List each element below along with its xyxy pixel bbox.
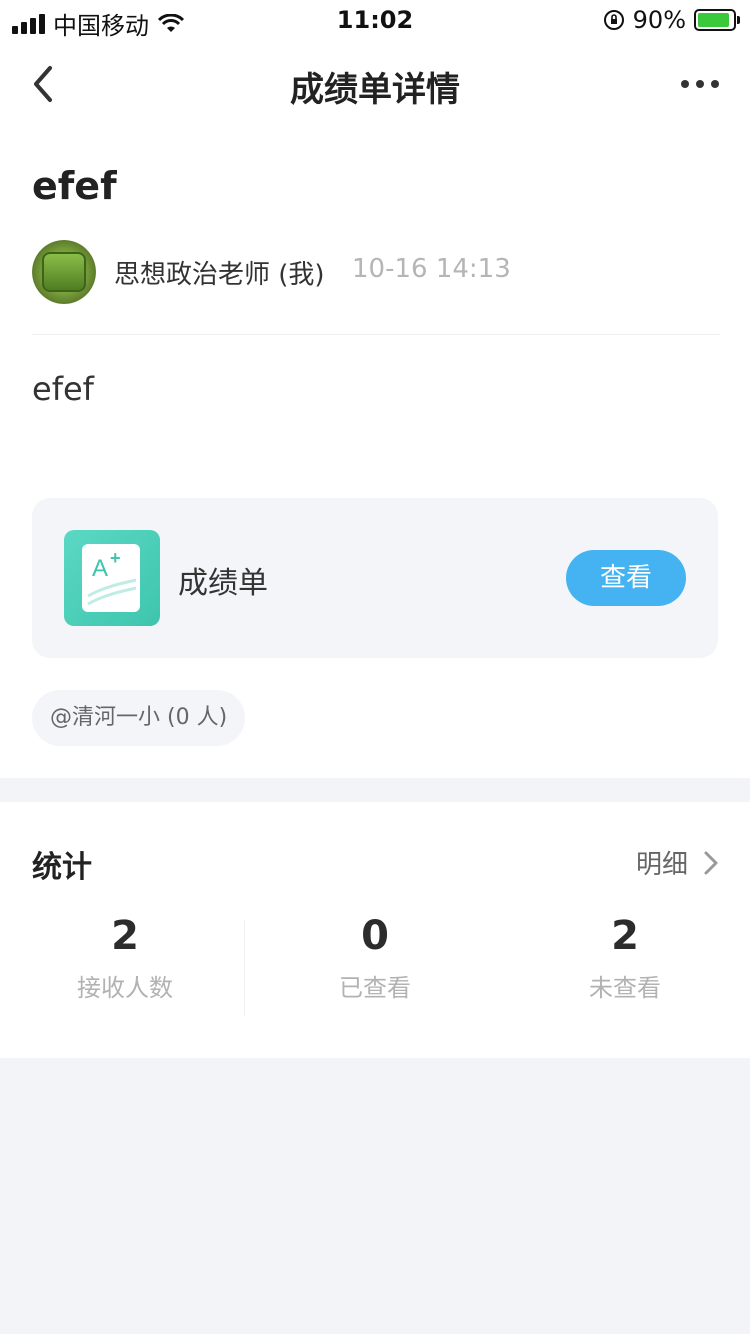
page-title: 成绩单详情 bbox=[290, 70, 460, 110]
grade-plus: + bbox=[110, 548, 121, 568]
stat-value: 2 bbox=[111, 913, 139, 959]
stat-value: 0 bbox=[361, 913, 389, 959]
stat-label: 已查看 bbox=[339, 974, 411, 1002]
mention-tag[interactable]: @清河一小 (0 人) bbox=[32, 690, 246, 746]
attachment-card[interactable]: A + 成绩单 查看 bbox=[32, 498, 718, 658]
post-card: efef 思想政治老师 (我) 10-16 14:13 efef A + 成绩单… bbox=[0, 128, 750, 778]
author-name: 思想政治老师 (我) bbox=[114, 260, 325, 290]
nav-bar: 成绩单详情 bbox=[0, 40, 750, 128]
view-button[interactable]: 查看 bbox=[566, 550, 686, 606]
more-button[interactable] bbox=[680, 70, 720, 98]
divider bbox=[32, 334, 720, 335]
stats-detail-label: 明细 bbox=[635, 850, 688, 880]
stats-grid: 2 接收人数 0 已查看 2 未查看 bbox=[0, 914, 750, 1024]
battery-percent: 90% bbox=[632, 6, 686, 34]
post-body: efef bbox=[32, 370, 94, 408]
grade-letter: A bbox=[92, 555, 108, 582]
more-horizontal-icon bbox=[681, 80, 719, 88]
stat-value: 2 bbox=[611, 913, 639, 959]
grade-sheet-paper: A + bbox=[82, 544, 140, 612]
grade-sheet-graphic: A + bbox=[87, 548, 137, 606]
status-bar: 中国移动 11:02 90% bbox=[0, 0, 750, 40]
stat-item-viewed[interactable]: 0 已查看 bbox=[250, 914, 500, 1003]
rotation-lock-icon bbox=[603, 10, 624, 30]
stats-card: 统计 明细 2 接收人数 0 已查看 2 未查看 bbox=[0, 802, 750, 1058]
post-time: 10-16 14:13 bbox=[352, 254, 511, 284]
chevron-right-icon bbox=[704, 851, 718, 874]
avatar-image bbox=[42, 252, 86, 292]
stats-detail-link[interactable]: 明细 bbox=[636, 844, 718, 881]
stat-label: 未查看 bbox=[589, 974, 661, 1002]
stat-label: 接收人数 bbox=[77, 974, 173, 1002]
stat-divider bbox=[244, 920, 245, 1016]
post-title: efef bbox=[32, 164, 117, 208]
status-right: 90% bbox=[603, 6, 740, 34]
grade-sheet-icon: A + bbox=[64, 530, 160, 626]
attachment-label: 成绩单 bbox=[178, 566, 268, 601]
stats-title: 统计 bbox=[32, 850, 92, 885]
battery-icon bbox=[694, 9, 740, 31]
stat-item-recipients[interactable]: 2 接收人数 bbox=[0, 914, 250, 1003]
stat-item-not-viewed[interactable]: 2 未查看 bbox=[500, 914, 750, 1003]
avatar[interactable] bbox=[32, 240, 96, 304]
battery-fill bbox=[698, 13, 729, 27]
